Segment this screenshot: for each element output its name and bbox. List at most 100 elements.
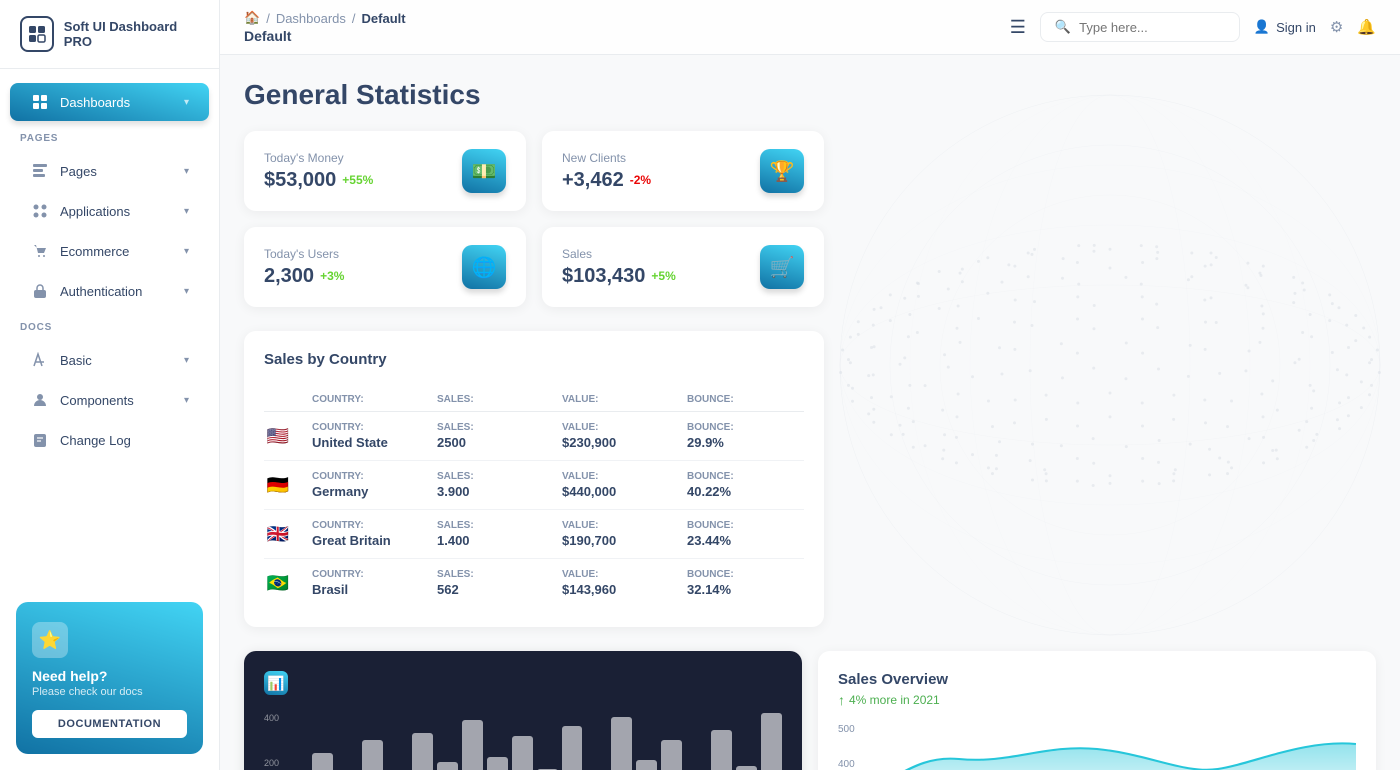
country-bounce: 29.9%: [687, 435, 804, 450]
sidebar: Soft UI Dashboard PRO Dashboards ▾ PAGES…: [0, 0, 220, 770]
search-input[interactable]: [1079, 20, 1225, 35]
stats-row: Today's Money $53,000 +55% 💵 New Clients…: [244, 131, 824, 307]
country-table-header: Country: Sales: Value: Bounce:: [264, 384, 804, 412]
stat-icon-clients: 🏆: [760, 149, 804, 193]
stat-label-clients: New Clients: [562, 151, 651, 165]
sidebar-item-components[interactable]: Components ▾: [10, 381, 209, 419]
pages-section-label: PAGES: [0, 123, 219, 150]
menu-icon[interactable]: ☰: [1010, 17, 1026, 38]
applications-icon: [30, 201, 50, 221]
help-subtitle: Please check our docs: [32, 686, 187, 698]
table-row: 🇧🇷 Country: Brasil Sales: 562 Value: $14…: [264, 559, 804, 607]
stat-label-sales: Sales: [562, 247, 676, 261]
flag-us: 🇺🇸: [264, 426, 292, 446]
breadcrumb-default: Default: [362, 11, 406, 26]
table-row: 🇬🇧 Country: Great Britain Sales: 1.400 V…: [264, 510, 804, 559]
topbar: 🏠 / Dashboards / Default Default ☰ 🔍 👤 S…: [220, 0, 1400, 55]
chevron-down-icon: ▾: [184, 206, 189, 217]
documentation-button[interactable]: DOCUMENTATION: [32, 710, 187, 738]
authentication-icon: [30, 281, 50, 301]
flag-gb: 🇬🇧: [264, 524, 292, 544]
bar: [761, 713, 782, 770]
country-sales: 562: [437, 582, 554, 597]
sidebar-item-label: Pages: [60, 164, 97, 179]
sidebar-item-ecommerce[interactable]: Ecommerce ▾: [10, 232, 209, 270]
bar: [462, 720, 483, 770]
bar-chart-icon: 📊: [264, 671, 288, 695]
bar-chart-card: 📊 400 200 0: [244, 651, 802, 770]
bar: [661, 740, 682, 770]
stat-change-clients: -2%: [630, 173, 651, 187]
stat-icon-users: 🌐: [462, 245, 506, 289]
sidebar-item-dashboards[interactable]: Dashboards ▾: [10, 83, 209, 121]
country-bounce: 40.22%: [687, 484, 804, 499]
breadcrumb-dashboards: Dashboards: [276, 11, 346, 26]
page-heading: General Statistics: [244, 79, 1376, 111]
country-bounce: 23.44%: [687, 533, 804, 548]
sidebar-item-label: Ecommerce: [60, 244, 129, 259]
settings-icon[interactable]: ⚙: [1330, 18, 1343, 36]
sidebar-item-changelog[interactable]: Change Log: [10, 421, 209, 459]
sidebar-item-basic[interactable]: Basic ▾: [10, 341, 209, 379]
stat-card-sales: Sales $103,430 +5% 🛒: [542, 227, 824, 307]
country-name: Brasil: [312, 582, 429, 597]
stat-label-users: Today's Users: [264, 247, 344, 261]
bell-icon[interactable]: 🔔: [1357, 18, 1376, 36]
user-icon: 👤: [1254, 19, 1270, 35]
bar: [487, 757, 508, 770]
sidebar-nav: Dashboards ▾ PAGES Pages ▾ Applications …: [0, 69, 219, 592]
topbar-right: ☰ 🔍 👤 Sign in ⚙ 🔔: [1010, 12, 1376, 42]
dashboards-icon: [30, 92, 50, 112]
stat-icon-sales: 🛒: [760, 245, 804, 289]
help-star-icon: ⭐: [32, 622, 68, 658]
chevron-down-icon: ▾: [184, 395, 189, 406]
sidebar-item-label: Applications: [60, 204, 130, 219]
sign-in-button[interactable]: 👤 Sign in: [1254, 19, 1316, 35]
chevron-down-icon: ▾: [184, 286, 189, 297]
chevron-down-icon: ▾: [184, 355, 189, 366]
bar-chart: 400 200 0: [264, 703, 782, 770]
sidebar-item-label: Change Log: [60, 433, 131, 448]
sidebar-item-applications[interactable]: Applications ▾: [10, 192, 209, 230]
stat-change-sales: +5%: [651, 269, 675, 283]
help-box: ⭐ Need help? Please check our docs DOCUM…: [16, 602, 203, 754]
search-icon: 🔍: [1055, 19, 1071, 35]
search-box[interactable]: 🔍: [1040, 12, 1240, 42]
country-sales: 2500: [437, 435, 554, 450]
stat-value-users: 2,300: [264, 265, 314, 288]
table-row: 🇺🇸 Country: United State Sales: 2500 Val…: [264, 412, 804, 461]
bar: [512, 736, 533, 770]
docs-section-label: DOCS: [0, 312, 219, 339]
sidebar-item-authentication[interactable]: Authentication ▾: [10, 272, 209, 310]
breadcrumb: 🏠 / Dashboards / Default: [244, 10, 406, 26]
chevron-down-icon: ▾: [184, 246, 189, 257]
country-bounce: 32.14%: [687, 582, 804, 597]
stat-card-money: Today's Money $53,000 +55% 💵: [244, 131, 526, 211]
logo-area: Soft UI Dashboard PRO: [0, 0, 219, 69]
line-chart-svg: [838, 734, 1356, 770]
stat-value-sales: $103,430: [562, 265, 645, 288]
stat-change-users: +3%: [320, 269, 344, 283]
bar: [736, 766, 757, 770]
flag-br: 🇧🇷: [264, 573, 292, 593]
home-icon: 🏠: [244, 10, 260, 26]
stat-label-money: Today's Money: [264, 151, 373, 165]
line-chart: 500 400: [838, 724, 1356, 770]
bar: [312, 753, 333, 770]
country-sales: 3.900: [437, 484, 554, 499]
sales-overview-title: Sales Overview: [838, 671, 1356, 688]
sidebar-item-label: Authentication: [60, 284, 142, 299]
help-title: Need help?: [32, 668, 187, 684]
chevron-down-icon: ▾: [184, 97, 189, 108]
country-value: $440,000: [562, 484, 679, 499]
sales-overview-subtitle: ↑ 4% more in 2021: [838, 692, 1356, 708]
chevron-down-icon: ▾: [184, 166, 189, 177]
table-row: 🇩🇪 Country: Germany Sales: 3.900 Value: …: [264, 461, 804, 510]
sidebar-item-pages[interactable]: Pages ▾: [10, 152, 209, 190]
stat-value-money: $53,000: [264, 169, 336, 192]
page-title: Default: [244, 28, 406, 44]
country-value: $143,960: [562, 582, 679, 597]
sidebar-item-label: Components: [60, 393, 134, 408]
bar: [362, 740, 383, 770]
sales-overview-card: Sales Overview ↑ 4% more in 2021 500 400: [818, 651, 1376, 770]
